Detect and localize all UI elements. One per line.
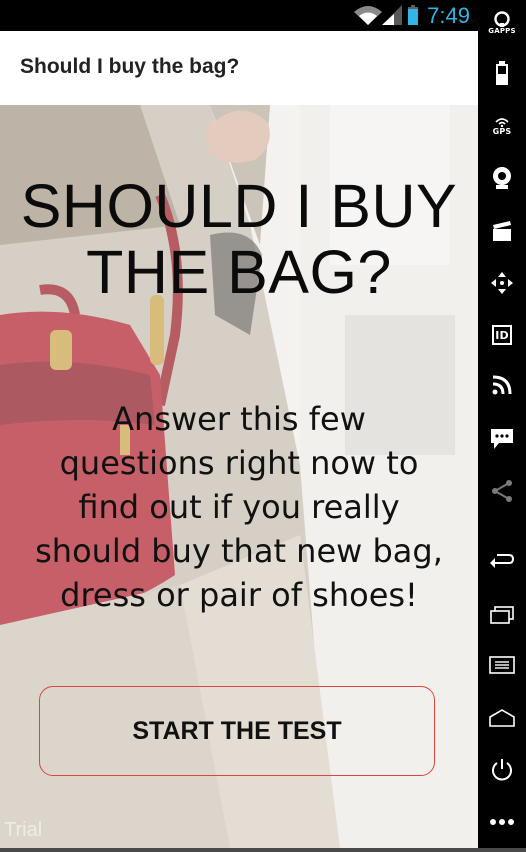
status-icons bbox=[354, 5, 418, 25]
description-line: Answer this few bbox=[112, 400, 366, 438]
dpad-button[interactable] bbox=[478, 268, 526, 298]
hero-title-line-2: THE BAG? bbox=[86, 238, 392, 306]
status-bar: 7:49 bbox=[0, 0, 478, 31]
camera-button[interactable] bbox=[478, 163, 526, 193]
description-line: questions right now to bbox=[59, 444, 419, 482]
gapps-label: GAPPS bbox=[488, 27, 516, 35]
start-test-label: START THE TEST bbox=[132, 716, 342, 745]
more-icon bbox=[490, 819, 514, 825]
camera-icon bbox=[493, 167, 511, 189]
home-icon bbox=[489, 709, 515, 727]
share-button[interactable] bbox=[478, 476, 526, 506]
recent-apps-button[interactable] bbox=[478, 602, 526, 628]
back-button[interactable] bbox=[478, 548, 526, 574]
hero-description: Answer this few questions right now to f… bbox=[22, 397, 456, 617]
clapper-icon bbox=[493, 221, 511, 241]
menu-icon bbox=[489, 656, 515, 674]
sms-button[interactable] bbox=[478, 424, 526, 454]
id-icon: ID bbox=[492, 325, 512, 345]
main-content: SHOULD I BUY THE BAG? Answer this few qu… bbox=[0, 105, 478, 848]
watermark: Trial bbox=[4, 819, 43, 841]
rss-icon bbox=[492, 375, 512, 395]
clock-time: 7:49 bbox=[427, 3, 470, 28]
gapps-button[interactable]: GAPPS bbox=[478, 8, 526, 38]
power-button[interactable] bbox=[478, 756, 526, 784]
battery-icon bbox=[408, 5, 418, 25]
recent-apps-icon bbox=[490, 606, 514, 624]
battery-icon bbox=[496, 61, 508, 85]
home-button[interactable] bbox=[478, 705, 526, 731]
move-icon bbox=[491, 272, 513, 294]
back-icon bbox=[490, 554, 515, 568]
chat-icon bbox=[491, 429, 513, 449]
more-button[interactable] bbox=[478, 812, 526, 832]
start-test-button[interactable]: START THE TEST bbox=[39, 686, 435, 776]
gps-label: GPS bbox=[492, 126, 512, 136]
bottom-divider bbox=[0, 848, 526, 852]
wifi-icon bbox=[354, 6, 382, 25]
video-button[interactable] bbox=[478, 216, 526, 246]
device-sidebar: GAPPS GPS ID bbox=[478, 0, 526, 848]
hero-title-line-1: SHOULD I BUY bbox=[20, 172, 458, 240]
device-id-button[interactable]: ID bbox=[478, 320, 526, 350]
hero-title: SHOULD I BUY THE BAG? bbox=[0, 173, 478, 305]
gps-button[interactable]: GPS bbox=[478, 112, 526, 140]
description-line: should buy that new bag, bbox=[35, 532, 443, 570]
app-bar: Should I buy the bag? bbox=[0, 31, 478, 105]
battery-button[interactable] bbox=[478, 58, 526, 88]
gps-icon bbox=[495, 117, 509, 127]
signal-icon bbox=[382, 5, 402, 25]
description-line: dress or pair of shoes! bbox=[60, 576, 418, 614]
network-button[interactable] bbox=[478, 370, 526, 400]
app-title: Should I buy the bag? bbox=[20, 55, 240, 78]
gapps-icon bbox=[494, 11, 510, 27]
share-icon bbox=[492, 480, 512, 502]
description-line: find out if you really bbox=[78, 488, 400, 526]
menu-button[interactable] bbox=[478, 652, 526, 678]
id-label: ID bbox=[495, 328, 509, 342]
power-icon bbox=[492, 759, 512, 781]
